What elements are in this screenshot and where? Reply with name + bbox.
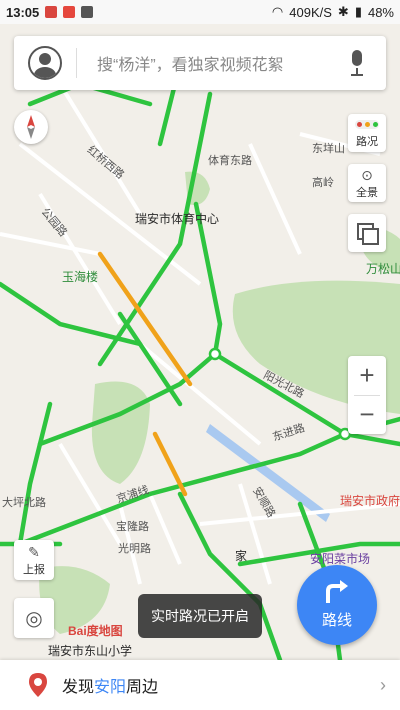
map-poi-label[interactable]: 万松山: [366, 260, 400, 277]
chevron-right-icon: ›: [380, 674, 386, 695]
compass-icon[interactable]: [14, 110, 48, 144]
zoom-control[interactable]: + −: [348, 356, 386, 434]
map-poi-label[interactable]: 瑞安市体育中心: [135, 210, 219, 227]
report-button[interactable]: ✎ 上报: [14, 540, 54, 580]
bluetooth-icon: ✱: [337, 4, 349, 19]
edit-icon: ✎: [28, 544, 40, 560]
user-avatar-icon[interactable]: [28, 46, 62, 80]
location-pin-icon: ⊙: [361, 167, 373, 183]
discover-prefix: 发现: [62, 679, 95, 696]
app-notification-icon: [45, 6, 58, 18]
search-divider: [76, 48, 77, 78]
route-label: 路线: [321, 612, 352, 629]
panorama-label: 全景: [356, 187, 378, 199]
traffic-light-icon: [355, 120, 379, 129]
status-time: 13:05: [6, 4, 40, 20]
app-notification-icon: [81, 6, 94, 18]
road-label: 体育东路: [208, 155, 252, 167]
report-label: 上报: [23, 564, 45, 576]
app-notification-icon: [63, 6, 76, 18]
discover-city: 安阳: [94, 679, 127, 696]
traffic-button[interactable]: 路况: [348, 114, 386, 152]
map-place-label: 高岭: [312, 177, 334, 189]
map-poi-label[interactable]: 家: [235, 547, 247, 564]
road-label: 宝隆路: [116, 521, 149, 533]
route-arrow-icon: [326, 580, 348, 603]
microphone-icon[interactable]: [346, 48, 368, 78]
status-bar: 13:05 ◠ 409K/S ✱ ▮ 48%: [0, 0, 400, 24]
traffic-toast: 实时路况已开启: [138, 594, 262, 638]
signal-icon: ▮: [354, 4, 362, 19]
map-poi-label[interactable]: 玉海楼: [62, 268, 98, 285]
battery-text: 48%: [367, 4, 394, 20]
map-place-label: 东垟山: [312, 143, 345, 155]
search-bar[interactable]: 搜“杨洋”，看独家视频花絮: [14, 36, 386, 90]
route-button[interactable]: 路线: [297, 565, 377, 645]
search-input[interactable]: 搜“杨洋”，看独家视频花絮: [97, 51, 346, 75]
traffic-label: 路况: [356, 136, 378, 148]
zoom-in-icon[interactable]: +: [348, 356, 386, 395]
wifi-icon: ◠: [271, 4, 284, 19]
map-poi-label[interactable]: 瑞安市东山小学: [48, 642, 132, 659]
discover-suffix: 周边: [126, 679, 159, 696]
location-pin-icon: [29, 673, 47, 697]
layers-icon: [357, 223, 379, 245]
layers-button[interactable]: [348, 214, 386, 252]
zoom-out-icon[interactable]: −: [348, 395, 386, 434]
baidu-logo: Bai度地图: [68, 624, 123, 638]
locate-button[interactable]: ◎: [14, 598, 54, 638]
panorama-button[interactable]: ⊙ 全景: [348, 164, 386, 202]
road-label: 光明路: [118, 543, 151, 555]
road-label: 大坪北路: [2, 497, 46, 509]
network-speed: 409K/S: [289, 4, 332, 20]
discover-nearby-bar[interactable]: 发现安阳周边 ›: [0, 660, 400, 710]
locate-icon: ◎: [25, 608, 43, 630]
map-poi-label[interactable]: 瑞安市政府: [340, 492, 400, 509]
